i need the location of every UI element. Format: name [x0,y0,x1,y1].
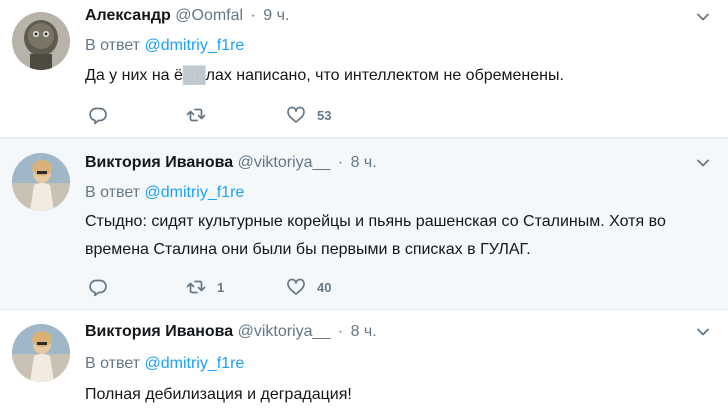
tweet-text: Полная дебилизация и деградация! [85,386,352,403]
tweet-header: Виктория Иванова @viktoriya__ · 8 ч. [85,152,377,174]
tweet-time[interactable]: 8 ч. [351,323,377,340]
tweet-header: Александр @Oomfal · 9 ч. [85,5,289,27]
author-name[interactable]: Александр [85,7,171,24]
tweet[interactable]: Виктория Иванова @viktoriya__ · 8 ч. В о… [0,310,728,416]
reply-context: В ответ @dmitriy_f1re [85,353,244,375]
separator-dot: · [250,7,256,24]
reply-prefix: В ответ [85,184,141,201]
retweet-icon [186,108,206,122]
reply-context: В ответ @dmitriy_f1re [85,182,244,204]
tweet[interactable]: Александр @Oomfal · 9 ч. В ответ @dmitri… [0,0,728,138]
tweet-text: Стыдно: сидят культурные корейцы и пьянь… [85,213,666,258]
author-handle[interactable]: @viktoriya__ [238,323,331,340]
tweet-text-part: лах написано, что интеллектом не обремен… [205,67,564,84]
like-icon [287,106,305,123]
author-handle[interactable]: @Oomfal [175,7,243,24]
reply-prefix: В ответ [85,37,141,54]
caret-down-icon[interactable] [696,325,710,339]
separator-dot: · [337,154,344,171]
reply-mention-link[interactable]: @dmitriy_f1re [144,355,244,372]
author-handle[interactable]: @viktoriya__ [238,154,331,171]
tweet-time[interactable]: 9 ч. [263,7,289,24]
tweet-time[interactable]: 8 ч. [351,154,377,171]
censored-text: ██ [182,67,206,84]
tweet-header: Виктория Иванова @viktoriya__ · 8 ч. [85,321,377,343]
like-button[interactable]: 40 [286,277,331,297]
tweet[interactable]: Виктория Иванова @viktoriya__ · 8 ч. В о… [0,138,728,310]
reply-icon [89,279,107,297]
reply-prefix: В ответ [85,355,141,372]
caret-down-icon[interactable] [696,156,710,170]
reply-button[interactable] [88,277,108,297]
caret-down-icon[interactable] [696,10,710,24]
tweet-text: Да у них на ё██лах написано, что интелле… [85,62,705,90]
retweet-button[interactable]: 1 [186,277,224,297]
reply-context: В ответ @dmitriy_f1re [85,35,244,57]
reply-icon [89,107,107,125]
tweet-text-part: Да у них на ё [85,67,183,84]
reply-button[interactable] [88,105,108,125]
like-count: 53 [317,107,332,123]
reply-mention-link[interactable]: @dmitriy_f1re [144,184,244,201]
avatar[interactable] [12,153,70,211]
author-name[interactable]: Виктория Иванова [85,154,233,171]
reply-mention-link[interactable]: @dmitriy_f1re [144,37,244,54]
retweet-count: 1 [217,279,225,295]
avatar[interactable] [12,12,70,70]
like-icon [287,278,305,295]
separator-dot: · [337,323,344,340]
retweet-button[interactable] [186,105,217,125]
author-name[interactable]: Виктория Иванова [85,323,233,340]
retweet-icon [186,280,206,294]
like-button[interactable]: 53 [286,105,331,125]
like-count: 40 [317,279,332,295]
avatar[interactable] [12,324,70,382]
